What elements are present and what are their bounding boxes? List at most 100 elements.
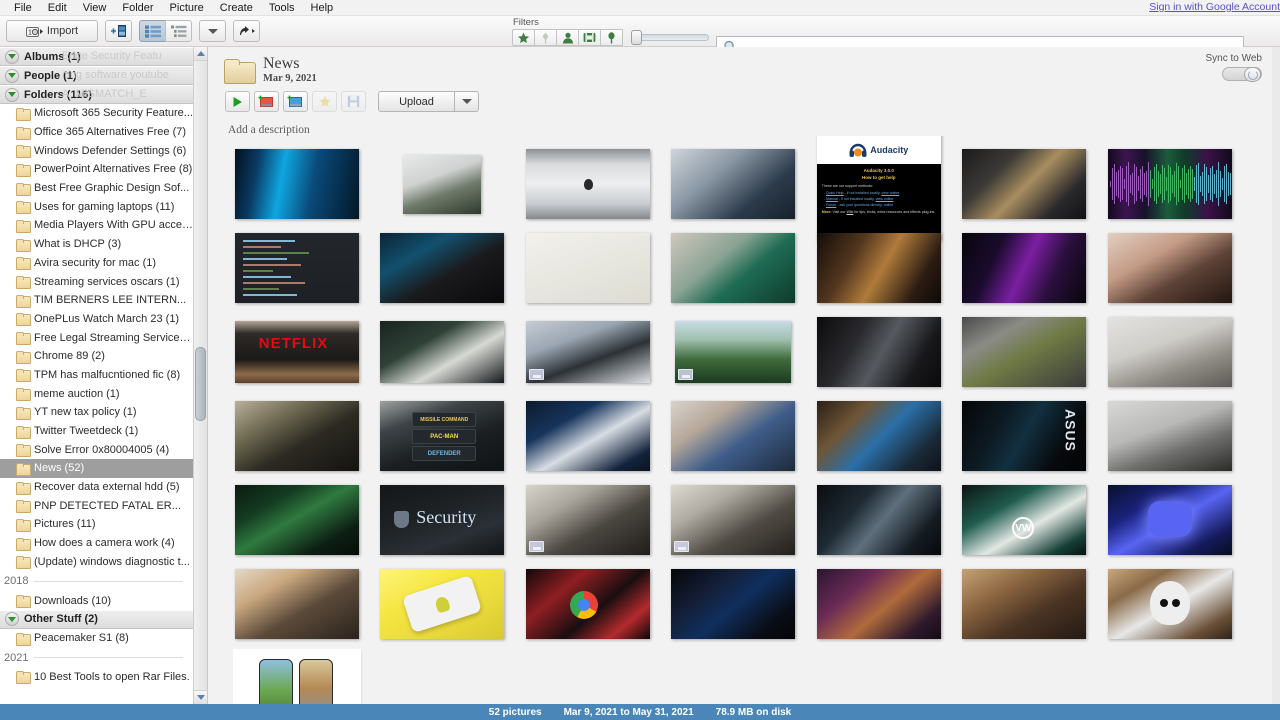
sidebar-folder-item[interactable]: Chrome 89 (2)	[0, 347, 193, 366]
sync-to-web-toggle[interactable]	[1222, 67, 1262, 82]
thumbnail-server-racks-blue[interactable]	[234, 149, 359, 219]
thumbnail-cell[interactable]: Audacity Audacity 3.0.0 How to get help The…	[806, 136, 952, 241]
thumbnail-audio-waveform-editor[interactable]	[1107, 149, 1232, 219]
thumbnail-cell[interactable]: VW	[952, 478, 1098, 562]
thumbnail-cell[interactable]	[224, 562, 370, 646]
sidebar-folder-item[interactable]: Windows Defender Settings (6)	[0, 141, 193, 160]
thumbnail-desk-monitor-bookshelf[interactable]	[816, 401, 941, 471]
folder-title[interactable]: News	[263, 55, 317, 72]
sidebar-folder-item[interactable]: How does a camera work (4)	[0, 534, 193, 553]
thumbnail-app-icons-dark-screen[interactable]	[671, 569, 796, 639]
thumbnail-cell[interactable]	[370, 310, 516, 394]
slider-handle[interactable]	[631, 30, 642, 45]
thumbnail-netflix-on-tv-screen[interactable]: NETFLIX	[234, 321, 359, 383]
thumbnail-laptop-chalkboard-coding[interactable]	[380, 321, 505, 383]
thumbnail-cell[interactable]	[515, 310, 661, 394]
thumbnail-hands-typing-green-keys[interactable]	[234, 485, 359, 555]
thumbnail-razer-purple-neon-logo[interactable]	[962, 233, 1087, 303]
thumbnail-wooden-stairs-interior[interactable]	[962, 569, 1087, 639]
thumbnail-vw-camper-van-green[interactable]: VW	[962, 485, 1087, 555]
sidebar-folder-item[interactable]: Media Players With GPU accel...	[0, 216, 193, 235]
thumbnail-cell[interactable]	[661, 142, 807, 226]
sidebar-folder-item[interactable]: PNP DETECTED FATAL ER...	[0, 496, 193, 515]
thumbnail-cell[interactable]	[806, 478, 952, 562]
thumbnail-cell[interactable]	[806, 226, 952, 310]
thumbnail-cell[interactable]: MISSILE COMMAND PAC-MAN DEFENDER	[370, 394, 516, 478]
main-scrollbar[interactable]	[1272, 47, 1280, 704]
collapse-triangle-icon[interactable]	[5, 87, 19, 102]
thumbnail-cell[interactable]	[952, 562, 1098, 646]
filter-faces-button[interactable]	[556, 29, 579, 46]
thumbnail-two-phones-comparison[interactable]	[232, 649, 361, 704]
thumbnail-cell[interactable]	[515, 478, 661, 562]
edit-in-button[interactable]	[233, 20, 260, 42]
thumbnail-cell[interactable]	[515, 142, 661, 226]
thumbnail-cell[interactable]	[1097, 394, 1243, 478]
add-to-album-button[interactable]	[105, 20, 132, 42]
thumbnail-cell[interactable]: Security	[370, 478, 516, 562]
google-signin-link[interactable]: Sign in with Google Account	[1149, 1, 1280, 13]
sidebar-folder-item[interactable]: TIM BERNERS LEE INTERN...	[0, 291, 193, 310]
thumbnail-cell[interactable]	[224, 646, 370, 704]
thumbnail-macbook-silver-lid[interactable]	[525, 149, 650, 219]
sidebar-folder-item[interactable]: Peacemaker S1 (8)	[0, 629, 193, 648]
thumbnail-cell[interactable]	[661, 394, 807, 478]
thumbnail-snapchat-phone-yellow[interactable]	[380, 569, 505, 639]
sidebar-folder-item[interactable]: TPM has malfucntioned fic (8)	[0, 366, 193, 385]
thumbnail-graphics-card-closeup[interactable]	[816, 317, 941, 387]
thumbnail-keyboard-with-green-gpu[interactable]	[962, 317, 1087, 387]
thumbnail-laptop-on-desk-office[interactable]	[671, 149, 796, 219]
thumbnail-motherboard-cpu-closeup[interactable]	[816, 485, 941, 555]
thumbnail-cell[interactable]	[661, 226, 807, 310]
import-button[interactable]: 1 Import	[6, 20, 98, 42]
thumbnail-laptop-drink-cafe[interactable]	[234, 569, 359, 639]
menu-item-create[interactable]: Create	[212, 0, 261, 16]
sidebar-folder-item[interactable]: Uses for gaming laptops (11)	[0, 197, 193, 216]
sidebar-folder-item[interactable]: What is DHCP (3)	[0, 235, 193, 254]
sidebar-folder-item[interactable]: Twitter Tweetdeck (1)	[0, 422, 193, 441]
thumbnail-cell[interactable]	[515, 226, 661, 310]
thumbnail-asus-logo-dark[interactable]: ASUS	[962, 401, 1087, 471]
thumbnail-cell[interactable]	[806, 394, 952, 478]
view-options-dropdown[interactable]	[199, 20, 226, 42]
sidebar-folder-item[interactable]: (Update) windows diagnostic t...	[0, 553, 193, 572]
sidebar-folder-item[interactable]: News (52)	[0, 459, 193, 478]
thumbnail-cell[interactable]	[661, 562, 807, 646]
sidebar-folder-item[interactable]: 10 Best Tools to open Rar Files.	[0, 668, 193, 687]
sidebar-folder-item[interactable]: Free Legal Streaming Services...	[0, 328, 193, 347]
flat-folder-view-button[interactable]	[139, 20, 166, 42]
menu-item-picture[interactable]: Picture	[162, 0, 212, 16]
thumbnail-cell[interactable]	[370, 562, 516, 646]
thumbnail-cell[interactable]: ASUS	[952, 394, 1098, 478]
thumbnail-home-theater-room[interactable]	[816, 569, 941, 639]
slideshow-button[interactable]	[225, 91, 250, 112]
thumbnail-microphone-desk-setup[interactable]	[962, 149, 1087, 219]
sidebar-folder-item[interactable]: Downloads (10)	[0, 591, 193, 610]
thumbnail-cell[interactable]	[224, 226, 370, 310]
tree-folder-view-button[interactable]	[165, 20, 192, 42]
scrollbar-thumb[interactable]	[195, 347, 206, 421]
thumbnail-cell[interactable]	[370, 226, 516, 310]
thumbnail-retro-game-cartridges[interactable]: MISSILE COMMAND PAC-MAN DEFENDER	[380, 401, 505, 471]
thumbnail-security-text-shield[interactable]: Security	[380, 485, 505, 555]
thumbnail-chrome-logo-red-black[interactable]	[525, 569, 650, 639]
thumbnail-cell[interactable]	[1097, 226, 1243, 310]
thumbnail-cell[interactable]	[952, 226, 1098, 310]
thumbnail-cell[interactable]	[224, 478, 370, 562]
thumbnail-bookshelf-electronics[interactable]	[816, 233, 941, 303]
sidebar-scrollbar[interactable]	[193, 47, 207, 704]
sidebar-section-folders[interactable]: Folders (116) A_MISMATCH_E	[0, 85, 193, 104]
sidebar-folder-item[interactable]: meme auction (1)	[0, 384, 193, 403]
thumbnail-cell[interactable]	[515, 394, 661, 478]
thumbnail-laptop-night-hands-typing[interactable]	[380, 233, 505, 303]
folder-description[interactable]: Add a description	[228, 124, 1280, 136]
sidebar-folder-item[interactable]: Avira security for mac (1)	[0, 254, 193, 273]
sidebar-folder-item[interactable]: Pictures (11)	[0, 515, 193, 534]
upload-button[interactable]: Upload	[378, 91, 455, 112]
thumbnail-discord-logo-neon[interactable]	[1107, 485, 1232, 555]
scroll-up-button[interactable]	[194, 47, 207, 61]
thumbnail-cell[interactable]	[1097, 310, 1243, 394]
thumbnail-forest-landscape-aerial[interactable]	[675, 321, 792, 383]
thumbnail-headphones-grayscale[interactable]	[1107, 401, 1232, 471]
sidebar-section-people[interactable]: People (1) iting software youtube	[0, 66, 193, 85]
